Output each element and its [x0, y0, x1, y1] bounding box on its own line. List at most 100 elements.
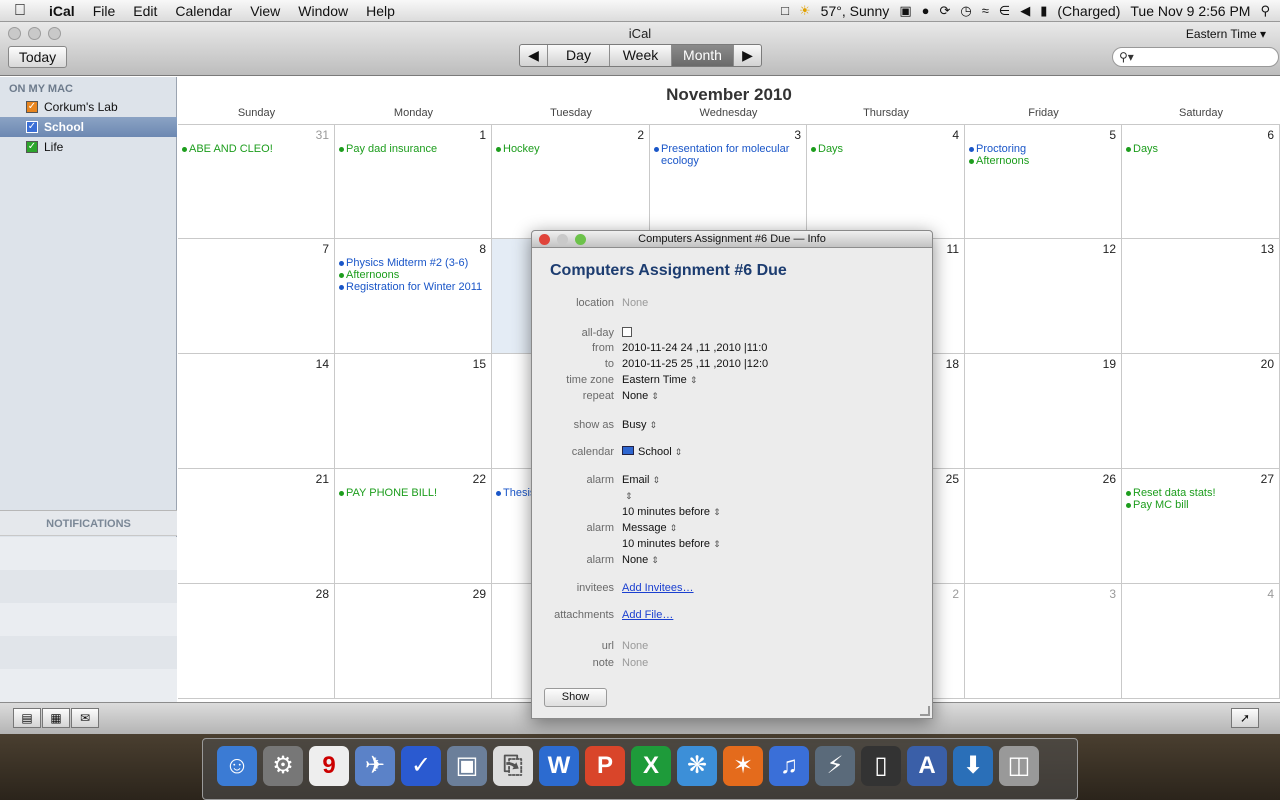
calendar-popup[interactable]: School ⇕	[622, 446, 682, 458]
weather-label[interactable]: 57°, Sunny	[821, 3, 890, 19]
event-item[interactable]: Physics Midterm #2 (3-6)	[339, 257, 484, 269]
day-cell[interactable]: 13	[1122, 239, 1280, 354]
downloads-folder-icon[interactable]: ⬇	[953, 746, 993, 786]
event-item[interactable]: Registration for Winter 2011	[339, 281, 484, 293]
applications-folder-icon[interactable]: A	[907, 746, 947, 786]
showas-popup[interactable]: Busy ⇕	[622, 419, 657, 431]
messenger-icon[interactable]: ✓	[401, 746, 441, 786]
close-button[interactable]	[539, 234, 550, 245]
today-button[interactable]: Today	[8, 46, 67, 68]
day-cell[interactable]: 14	[178, 354, 335, 469]
search-input[interactable]: ⚲▾	[1112, 47, 1279, 67]
boot-camp-icon[interactable]: ⎘	[493, 746, 533, 786]
alarm1-popup[interactable]: Email ⇕	[622, 474, 660, 486]
menu-view[interactable]: View	[241, 0, 289, 22]
battery-icon[interactable]: ▮	[1040, 3, 1047, 19]
checkbox-icon[interactable]: ✓	[26, 101, 38, 113]
day-cell[interactable]: 29	[335, 584, 492, 699]
day-cell[interactable]: 3	[965, 584, 1122, 699]
event-item[interactable]: Hockey	[496, 143, 642, 155]
calendar-item-corkums-lab[interactable]: ✓ Corkum's Lab	[0, 97, 177, 117]
day-cell[interactable]: 15	[335, 354, 492, 469]
screenshot-icon[interactable]: □	[781, 3, 789, 18]
show-button[interactable]: Show	[544, 688, 607, 707]
alarm2-popup[interactable]: Message ⇕	[622, 522, 677, 534]
day-cell[interactable]: 12	[965, 239, 1122, 354]
day-cell[interactable]: 3 Presentation for molecular ecology	[650, 124, 807, 239]
ical-icon[interactable]: 9	[309, 746, 349, 786]
day-cell[interactable]: 31 ABE AND CLEO!	[178, 124, 335, 239]
itunes-icon[interactable]: ♫	[769, 746, 809, 786]
volume-icon[interactable]: ◀	[1020, 3, 1030, 19]
event-item[interactable]: Presentation for molecular ecology	[654, 143, 799, 167]
day-cell[interactable]: 28	[178, 584, 335, 699]
add-invitees-link[interactable]: Add Invitees…	[622, 582, 694, 594]
battery-status[interactable]: (Charged)	[1057, 3, 1120, 19]
event-item[interactable]: ABE AND CLEO!	[182, 143, 327, 155]
clock[interactable]: Tue Nov 9 2:56 PM	[1130, 3, 1250, 19]
day-view-tab[interactable]: Day	[548, 45, 610, 66]
day-cell[interactable]: 1 Pay dad insurance	[335, 124, 492, 239]
wifi-icon[interactable]: ≈	[982, 3, 989, 18]
pin-icon[interactable]: ➚	[1231, 708, 1259, 728]
menu-calendar[interactable]: Calendar	[166, 0, 241, 22]
bluetooth-icon[interactable]: ∈	[999, 3, 1010, 19]
spotlight-icon[interactable]: ⚲	[1260, 3, 1270, 19]
to-field[interactable]: 2010-11-25 25 ,11 ,2010 |12:0	[622, 358, 768, 370]
safari-icon[interactable]: ❋	[677, 746, 717, 786]
day-cell[interactable]: 27 Reset data stats! Pay MC bill	[1122, 469, 1280, 584]
alarm1-time-popup[interactable]: 10 minutes before ⇕	[622, 506, 721, 518]
menu-edit[interactable]: Edit	[124, 0, 166, 22]
event-item[interactable]: Pay MC bill	[1126, 499, 1272, 511]
minimize-button[interactable]	[557, 234, 568, 245]
monitor-icon[interactable]: ▣	[899, 3, 911, 19]
event-item[interactable]: Days	[1126, 143, 1272, 155]
firefox-icon[interactable]: ✶	[723, 746, 763, 786]
alarm2-time-popup[interactable]: 10 minutes before ⇕	[622, 538, 721, 550]
url-field[interactable]: None	[622, 640, 648, 652]
calendar-list-icon[interactable]: ▤	[13, 708, 41, 728]
day-cell[interactable]: 21	[178, 469, 335, 584]
day-cell[interactable]: 2 Hockey	[492, 124, 650, 239]
day-cell[interactable]: 7	[178, 239, 335, 354]
menu-app-name[interactable]: iCal	[40, 0, 84, 22]
time-machine-icon[interactable]: ◷	[960, 3, 971, 19]
day-cell[interactable]: 4	[1122, 584, 1280, 699]
event-item[interactable]: Afternoons	[969, 155, 1114, 167]
day-cell[interactable]: 22 PAY PHONE BILL!	[335, 469, 492, 584]
allday-checkbox[interactable]	[622, 327, 632, 337]
resize-grip-icon[interactable]	[920, 706, 930, 716]
word-icon[interactable]: W	[539, 746, 579, 786]
calendar-item-life[interactable]: ✓ Life	[0, 137, 177, 157]
system-preferences-icon[interactable]: ⚙	[263, 746, 303, 786]
usb-utility-icon[interactable]: ⚡	[815, 746, 855, 786]
event-item[interactable]: PAY PHONE BILL!	[339, 487, 484, 499]
day-cell[interactable]: 4 Days	[807, 124, 965, 239]
repeat-popup[interactable]: None ⇕	[622, 390, 659, 402]
month-view-tab[interactable]: Month	[672, 45, 734, 66]
event-title[interactable]: Computers Assignment #6 Due	[550, 262, 787, 280]
documents-folder-icon[interactable]: ▯	[861, 746, 901, 786]
event-item[interactable]: Days	[811, 143, 957, 155]
next-arrow-icon[interactable]: ▶	[734, 45, 761, 66]
menu-help[interactable]: Help	[357, 0, 404, 22]
calendar-item-school[interactable]: ✓ School	[0, 117, 177, 137]
event-item[interactable]: Afternoons	[339, 269, 484, 281]
day-cell[interactable]: 5 Proctoring Afternoons	[965, 124, 1122, 239]
from-field[interactable]: 2010-11-24 24 ,11 ,2010 |11:0	[622, 342, 767, 354]
mail-icon[interactable]: ✈	[355, 746, 395, 786]
sync-icon[interactable]: ⟳	[939, 3, 950, 19]
zoom-button[interactable]	[575, 234, 586, 245]
day-cell[interactable]: 26	[965, 469, 1122, 584]
powerpoint-icon[interactable]: P	[585, 746, 625, 786]
week-view-tab[interactable]: Week	[610, 45, 672, 66]
checkbox-icon[interactable]: ✓	[26, 141, 38, 153]
day-cell[interactable]: 8 Physics Midterm #2 (3-6) Afternoons Regis…	[335, 239, 492, 354]
mini-month-icon[interactable]: ▦	[42, 708, 70, 728]
timezone-menu[interactable]: Eastern Time ▾	[1186, 27, 1266, 41]
day-cell[interactable]: 19	[965, 354, 1122, 469]
menu-file[interactable]: File	[84, 0, 125, 22]
day-cell[interactable]: 6 Days	[1122, 124, 1280, 239]
menu-extra-icon[interactable]: ●	[922, 3, 930, 18]
excel-icon[interactable]: X	[631, 746, 671, 786]
